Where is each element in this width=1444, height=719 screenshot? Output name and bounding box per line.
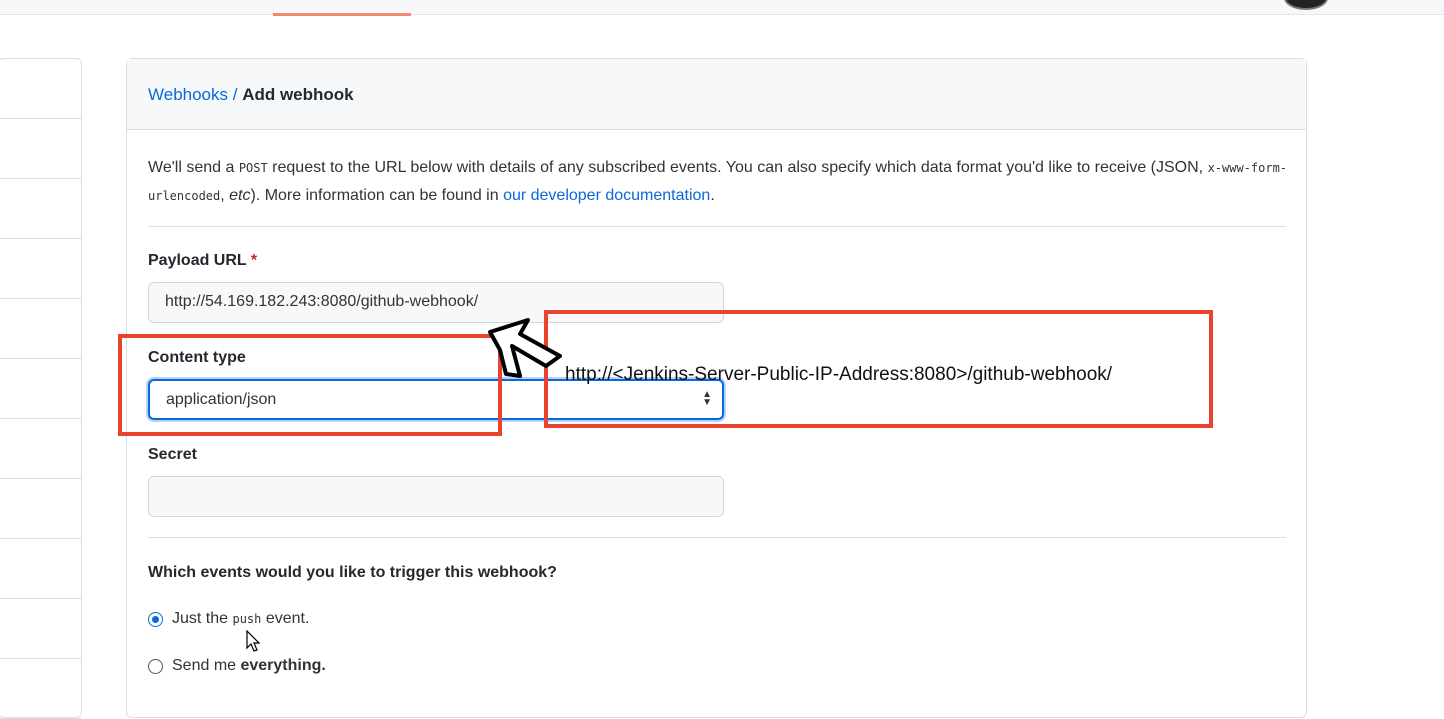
arrow-annotation-icon — [488, 318, 562, 378]
mouse-cursor-icon — [246, 630, 261, 652]
